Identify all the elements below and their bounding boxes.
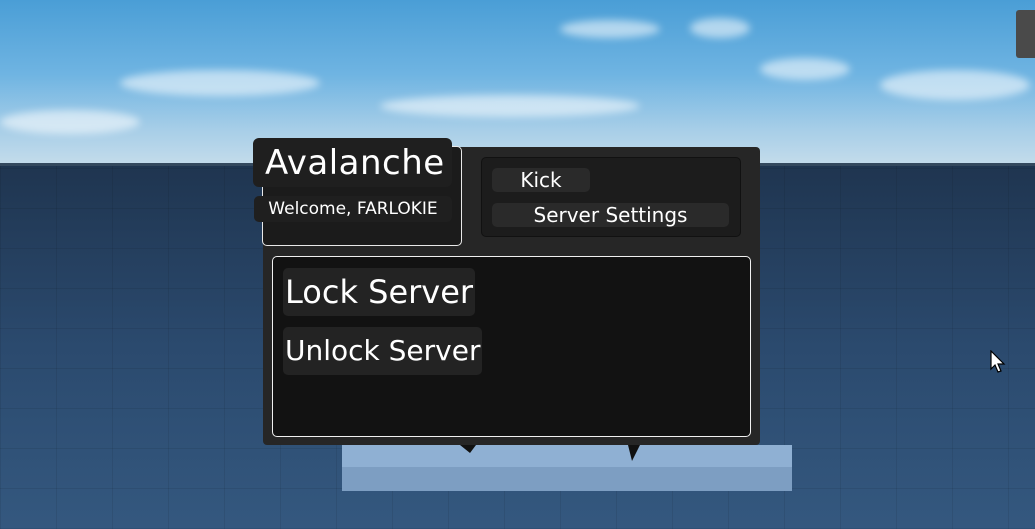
tab-kick[interactable]: Kick	[492, 168, 590, 192]
spike-left	[460, 445, 476, 453]
spike-right	[628, 445, 640, 461]
pedestal-top	[342, 445, 792, 467]
panel-title: Avalanche	[265, 143, 445, 183]
sky	[0, 0, 1035, 165]
lock-server-button[interactable]: Lock Server	[283, 268, 476, 316]
mouse-cursor-icon	[990, 350, 1006, 373]
welcome-label: Welcome, FARLOKIE	[254, 196, 452, 222]
tab-server-settings[interactable]: Server Settings	[492, 203, 729, 227]
corner-menu-tab[interactable]	[1016, 10, 1035, 58]
unlock-server-button[interactable]: Unlock Server	[283, 327, 483, 375]
